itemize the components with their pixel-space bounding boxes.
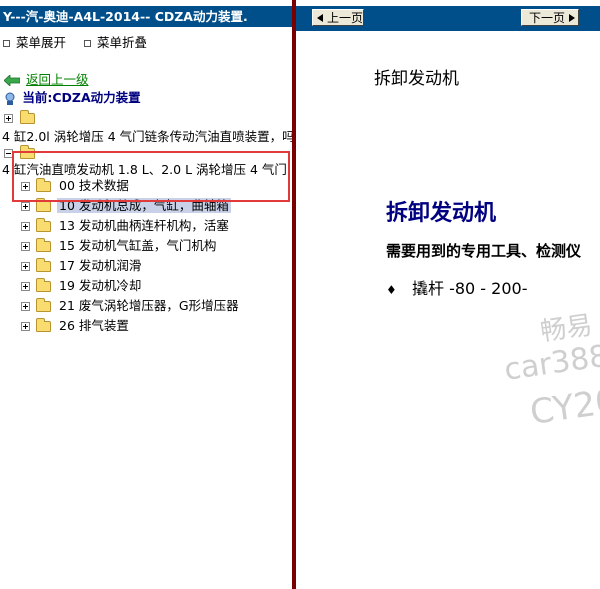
main-title: 拆卸发动机 [386, 200, 497, 226]
back-link-row[interactable]: 返回上一级 [3, 69, 89, 88]
expand-icon[interactable] [4, 114, 13, 123]
square-icon [84, 39, 91, 47]
right-arrow-icon [569, 14, 575, 22]
location-icon [5, 92, 15, 105]
tool-item-label: 撬杆 -80 - 200- [412, 279, 528, 298]
expand-icon[interactable] [21, 322, 30, 331]
current-location: 当前:CDZA动力装置 [4, 87, 141, 106]
left-title-bar: Y---汽-奥迪-A4L-2014-- CDZA动力装置. [0, 6, 292, 27]
expand-menu-button[interactable]: 菜单展开 [1, 35, 78, 50]
tree-root-folder[interactable] [4, 110, 35, 125]
folder-icon [36, 318, 51, 332]
content-pane: 上一页 下一页 拆卸发动机 拆卸发动机 需要用到的专用工具、检测仪 ♦ 撬杆 -8… [296, 0, 600, 589]
page-nav-bar: 上一页 下一页 [296, 6, 600, 31]
highlight-box [12, 151, 290, 202]
navigation-pane: Y---汽-奥迪-A4L-2014-- CDZA动力装置. 菜单展开 菜单折叠 … [0, 0, 292, 589]
folder-icon [36, 218, 51, 232]
next-page-button[interactable]: 下一页 [521, 9, 579, 26]
tree-node-2l-engine[interactable]: 4 缸2.0l 涡轮增压 4 气门链条传动汽油直喷装置，吗 [2, 126, 292, 145]
expand-icon[interactable] [21, 282, 30, 291]
page-heading: 拆卸发动机 [374, 69, 459, 89]
expand-icon[interactable] [21, 242, 30, 251]
folder-icon [36, 278, 51, 292]
prev-page-button[interactable]: 上一页 [312, 9, 364, 26]
required-tools-text: 需要用到的专用工具、检测仪 [386, 242, 582, 260]
expand-icon[interactable] [21, 222, 30, 231]
current-label: 当前:CDZA动力装置 [22, 90, 141, 105]
tree-item-13[interactable]: 13 发动机曲柄连杆机构，活塞 [21, 217, 231, 235]
folder-icon [36, 258, 51, 272]
back-arrow-icon [3, 74, 21, 87]
folder-icon [36, 198, 51, 212]
expand-icon[interactable] [21, 262, 30, 271]
square-icon [3, 39, 10, 47]
left-arrow-icon [317, 14, 323, 22]
menu-controls: 菜单展开 菜单折叠 [1, 32, 159, 51]
tool-list-item: ♦ 撬杆 -80 - 200- [386, 275, 527, 299]
folder-icon [36, 238, 51, 252]
diamond-bullet-icon: ♦ [386, 283, 397, 297]
watermark-text: CY20 [527, 381, 600, 433]
collapse-menu-button[interactable]: 菜单折叠 [82, 35, 159, 50]
tree-item-21[interactable]: 21 废气涡轮增压器，G形增压器 [21, 297, 241, 315]
tree-item-26[interactable]: 26 排气装置 [21, 317, 131, 335]
tree-item-19[interactable]: 19 发动机冷却 [21, 277, 143, 295]
tree-node-label: 4 缸2.0l 涡轮增压 4 气门链条传动汽油直喷装置，吗 [2, 129, 292, 144]
back-link[interactable]: 返回上一级 [26, 72, 89, 87]
folder-icon [36, 298, 51, 312]
expand-icon[interactable] [21, 302, 30, 311]
tree-item-17[interactable]: 17 发动机润滑 [21, 257, 143, 275]
tree-item-15[interactable]: 15 发动机气缸盖，气门机构 [21, 237, 218, 255]
expand-icon[interactable] [21, 202, 30, 211]
folder-icon [19, 110, 35, 124]
